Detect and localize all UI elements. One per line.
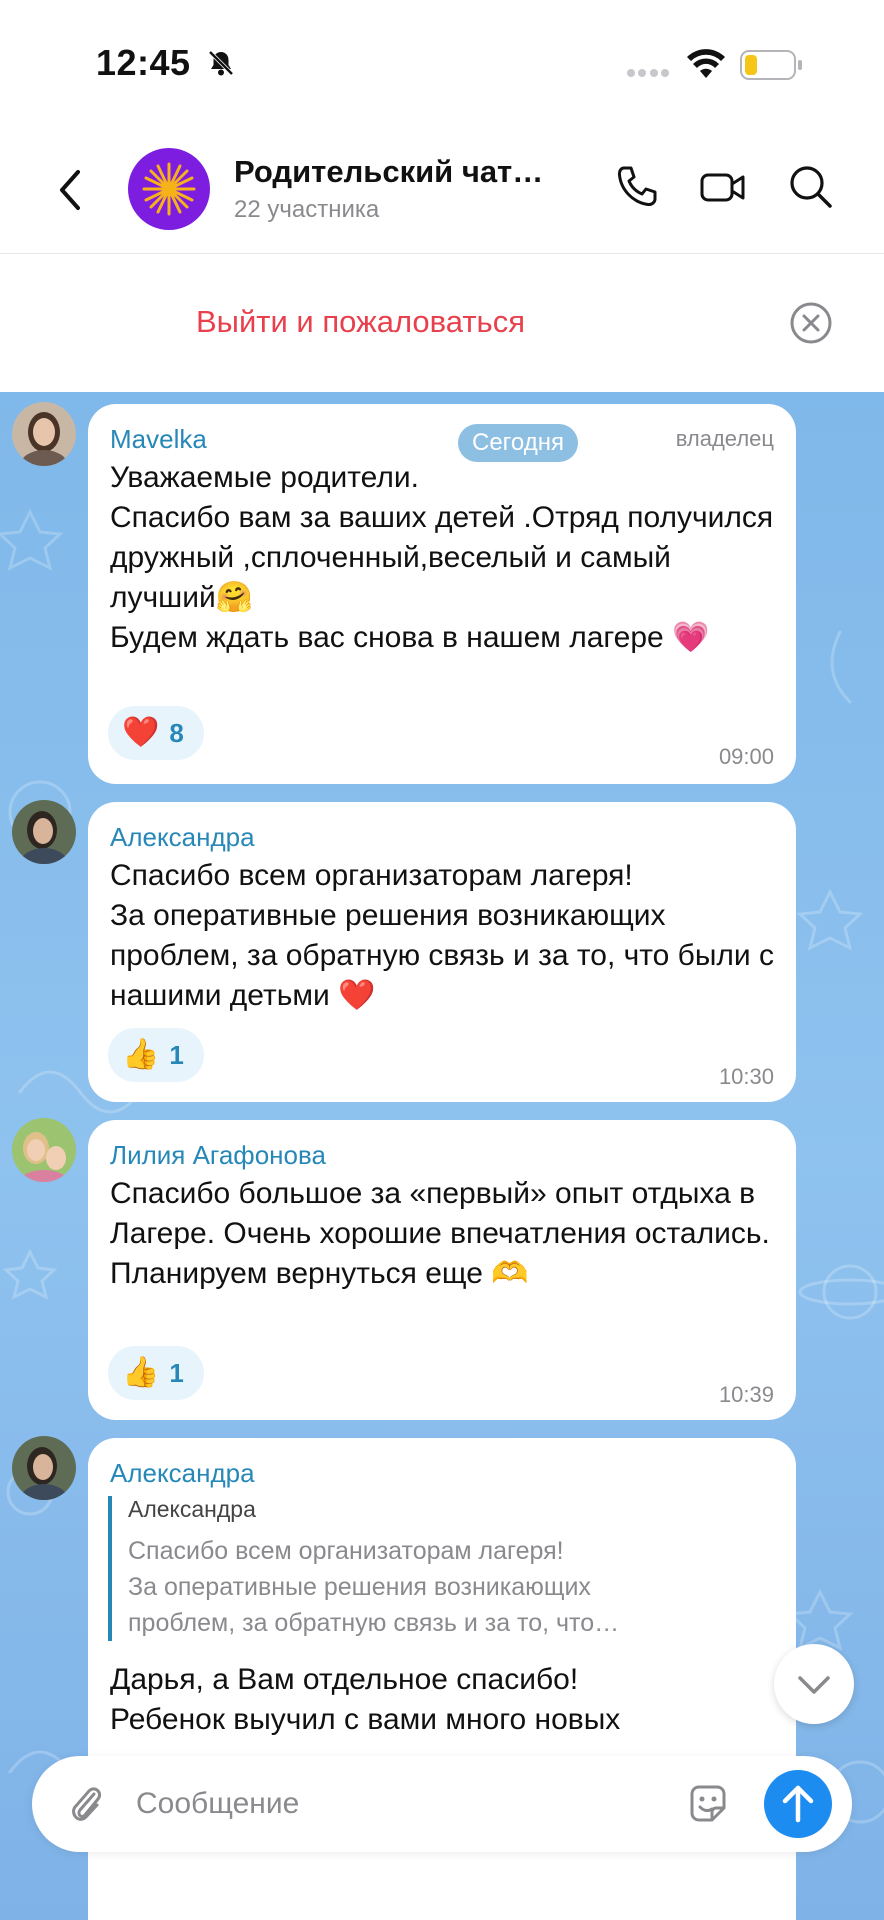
report-banner: Выйти и пожаловаться xyxy=(0,254,884,392)
sender-name[interactable]: Александра xyxy=(110,822,255,853)
message-bubble[interactable]: Александра Спасибо всем организаторам ла… xyxy=(88,802,796,1102)
reaction-count: 1 xyxy=(169,1357,184,1388)
reply-text: Спасибо всем организаторам лагеря! За оп… xyxy=(128,1537,620,1637)
avatar[interactable] xyxy=(12,800,76,864)
participants-count: 22 участника xyxy=(234,196,380,223)
message-bubble[interactable]: Mavelka владелец Уважаемые родители. Спа… xyxy=(88,404,796,784)
reply-quote[interactable]: Александра Спасибо всем организаторам ла… xyxy=(108,1496,748,1641)
message-bubble[interactable]: Лилия Агафонова Спасибо большое за «перв… xyxy=(88,1120,796,1420)
avatar[interactable] xyxy=(12,402,76,466)
status-bar: 12:45 xyxy=(0,0,884,130)
chevron-left-icon[interactable] xyxy=(48,160,92,220)
reaction-chip[interactable]: 👍 1 xyxy=(108,1028,204,1082)
avatar[interactable] xyxy=(12,1436,76,1500)
message-time: 10:39 xyxy=(718,1382,774,1407)
battery-low-icon xyxy=(740,50,802,80)
phone-icon[interactable] xyxy=(612,162,662,212)
close-circle-icon[interactable] xyxy=(788,300,834,346)
avatar[interactable] xyxy=(12,1118,76,1182)
send-button[interactable] xyxy=(764,1770,832,1838)
chevron-down-icon xyxy=(798,1676,830,1694)
message-composer xyxy=(32,1756,852,1852)
reaction-chip[interactable]: ❤️ 8 xyxy=(108,706,204,760)
message-input[interactable] xyxy=(136,1778,556,1830)
status-time: 12:45 xyxy=(96,42,191,83)
chat-area[interactable]: Mavelka владелец Уважаемые родители. Спа… xyxy=(0,392,884,1920)
reaction-chip[interactable]: 👍 1 xyxy=(108,1346,204,1400)
sparkle-icon xyxy=(142,162,196,216)
message-text: Дарья, а Вам отдельное спасибо! Ребенок … xyxy=(110,1663,621,1736)
reply-sender: Александра xyxy=(128,1496,256,1522)
sticker-icon[interactable] xyxy=(686,1782,730,1826)
arrow-up-icon xyxy=(782,1785,814,1823)
wifi-icon xyxy=(687,49,725,78)
date-separator: Сегодня xyxy=(458,424,578,462)
sender-name[interactable]: Mavelka xyxy=(110,424,207,455)
message-time: 10:30 xyxy=(718,1064,774,1089)
signal-dots-icon xyxy=(627,69,669,77)
message-time: 09:00 xyxy=(718,744,774,769)
leave-and-report-button[interactable]: Выйти и пожаловаться xyxy=(196,304,525,340)
video-camera-icon[interactable] xyxy=(698,162,748,212)
sender-name[interactable]: Александра xyxy=(110,1458,255,1489)
chat-header: Родительский чат… 22 участника xyxy=(0,130,884,254)
thumbs-up-icon: 👍 xyxy=(122,1356,160,1389)
owner-badge: владелец xyxy=(675,426,774,451)
message-text: Уважаемые родители. Спасибо вам за ваших… xyxy=(110,461,774,654)
message-text: Спасибо большое за «первый» опыт отдыха … xyxy=(110,1177,770,1290)
reaction-count: 1 xyxy=(169,1039,184,1070)
sender-name[interactable]: Лилия Агафонова xyxy=(110,1140,326,1171)
paperclip-icon[interactable] xyxy=(66,1780,106,1828)
scroll-down-button[interactable] xyxy=(774,1644,854,1724)
chat-avatar[interactable] xyxy=(128,148,210,230)
heart-icon: ❤️ xyxy=(122,716,160,749)
search-icon[interactable] xyxy=(786,162,836,212)
chat-title[interactable]: Родительский чат… xyxy=(234,154,543,190)
thumbs-up-icon: 👍 xyxy=(122,1038,160,1071)
bell-slash-icon xyxy=(208,50,234,76)
message-text: Спасибо всем организаторам лагеря! За оп… xyxy=(110,859,775,1012)
reaction-count: 8 xyxy=(169,717,184,748)
